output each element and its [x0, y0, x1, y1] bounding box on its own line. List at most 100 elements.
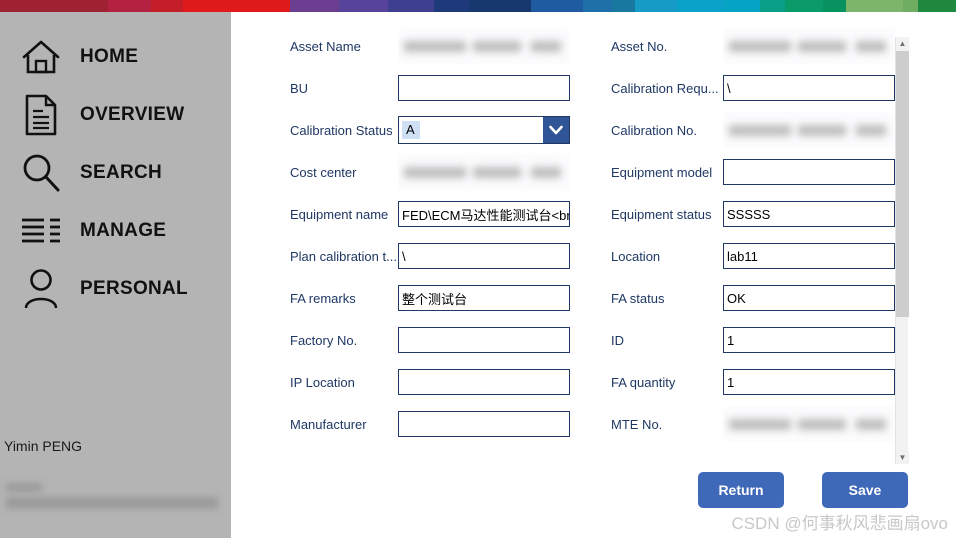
- sidebar-item-home[interactable]: HOME: [0, 28, 231, 86]
- form-row: Asset Name: [290, 25, 620, 67]
- form-pane: Asset Name BU Calibration Status A Cost cent…: [231, 12, 956, 538]
- top-strip-segment: [634, 0, 678, 12]
- sidebar-user-name: Yimin PENG: [4, 438, 83, 454]
- scroll-up-icon[interactable]: ▲: [896, 37, 909, 50]
- field-input[interactable]: 1: [723, 327, 895, 353]
- calibration-status-select[interactable]: A: [398, 116, 570, 144]
- form-row: IP Location: [290, 361, 620, 403]
- search-icon: [14, 149, 68, 197]
- list-icon: [14, 207, 68, 255]
- form-row: BU: [290, 67, 620, 109]
- redaction-blur: [398, 28, 570, 64]
- field-label: Calibration No.: [611, 122, 697, 138]
- field-label: Equipment model: [611, 164, 713, 180]
- form-row: Cost center: [290, 151, 620, 193]
- form-row: FA remarks 整个测试台: [290, 277, 620, 319]
- sidebar-item-search[interactable]: SEARCH: [0, 144, 231, 202]
- field-label: Equipment name: [290, 206, 389, 222]
- top-strip-segment: [182, 0, 290, 12]
- form-row: Factory No.: [290, 319, 620, 361]
- field-label: MTE No.: [611, 416, 663, 432]
- field-value-redacted: [723, 28, 895, 64]
- form-row: Asset No.: [611, 25, 941, 67]
- field-label: Location: [611, 248, 661, 264]
- field-input[interactable]: \: [723, 75, 895, 101]
- field-input[interactable]: [398, 369, 570, 395]
- redaction-blur: [723, 112, 895, 148]
- top-strip-segment: [677, 0, 726, 12]
- field-input[interactable]: 整个测试台: [398, 285, 570, 311]
- form-row: Manufacturer: [290, 403, 620, 445]
- sidebar-item-manage[interactable]: MANAGE: [0, 202, 231, 260]
- field-label: Plan calibration t...: [290, 248, 397, 264]
- save-button[interactable]: Save: [822, 472, 908, 508]
- field-input[interactable]: lab11: [723, 243, 895, 269]
- sidebar-redacted-label: [6, 483, 42, 492]
- redaction-blur: [723, 28, 895, 64]
- sidebar-item-personal[interactable]: PERSONAL: [0, 260, 231, 318]
- form-row: Equipment status SSSSS: [611, 193, 941, 235]
- field-value-redacted: [398, 28, 570, 64]
- form-column-right: Asset No. Calibration Requ... \ Calibration…: [611, 25, 941, 445]
- field-input[interactable]: OK: [723, 285, 895, 311]
- app-root: HOME OVERVIEW SEARCH MANAGE PERSONAL Yimin P…: [0, 0, 956, 538]
- form-scrollbar[interactable]: ▲ ▼: [895, 37, 909, 464]
- scroll-down-icon[interactable]: ▼: [896, 451, 909, 464]
- return-button[interactable]: Return: [698, 472, 784, 508]
- top-strip-segment: [433, 0, 469, 12]
- form-row: Equipment name FED\ECM马达性能测试台<br>: [290, 193, 620, 235]
- scrollbar-thumb[interactable]: [896, 51, 909, 317]
- top-strip-segment: [784, 0, 823, 12]
- form-row: Calibration No.: [611, 109, 941, 151]
- field-label: ID: [611, 332, 624, 348]
- field-label: Calibration Requ...: [611, 80, 719, 96]
- form-column-left: Asset Name BU Calibration Status A Cost cent…: [290, 25, 620, 445]
- top-strip-segment: [917, 0, 956, 12]
- top-strip-segment: [107, 0, 152, 12]
- field-input[interactable]: [723, 159, 895, 185]
- top-strip-segment: [759, 0, 785, 12]
- field-input[interactable]: FED\ECM马达性能测试台<br>: [398, 201, 570, 227]
- form-row: ID 1: [611, 319, 941, 361]
- field-input[interactable]: [398, 327, 570, 353]
- redaction-blur: [398, 154, 570, 190]
- top-strip-segment: [151, 0, 183, 12]
- top-strip-segment: [468, 0, 531, 12]
- sidebar-item-label: PERSONAL: [80, 278, 188, 299]
- form-row: Calibration Status A: [290, 109, 620, 151]
- form-row: FA status OK: [611, 277, 941, 319]
- field-value-redacted: [723, 406, 895, 442]
- watermark: CSDN @何事秋风悲画扇ovo: [731, 514, 948, 533]
- field-label: Factory No.: [290, 332, 358, 348]
- top-color-strip: [0, 0, 956, 12]
- top-strip-segment: [725, 0, 760, 12]
- sidebar-item-label: HOME: [80, 46, 139, 67]
- field-input[interactable]: \: [398, 243, 570, 269]
- field-label: Calibration Status: [290, 122, 393, 138]
- sidebar: HOME OVERVIEW SEARCH MANAGE PERSONAL Yimin P…: [0, 12, 231, 538]
- sidebar-item-label: MANAGE: [80, 220, 167, 241]
- field-input[interactable]: SSSSS: [723, 201, 895, 227]
- form-row: Location lab11: [611, 235, 941, 277]
- sidebar-nav: HOME OVERVIEW SEARCH MANAGE PERSONAL: [0, 12, 231, 318]
- field-label: FA status: [611, 290, 665, 306]
- top-strip-segment: [388, 0, 434, 12]
- form-row: Equipment model: [611, 151, 941, 193]
- field-label: Asset No.: [611, 38, 668, 54]
- field-input[interactable]: [398, 411, 570, 437]
- field-label: BU: [290, 80, 309, 96]
- form-row: Plan calibration t... \: [290, 235, 620, 277]
- home-icon: [14, 33, 68, 81]
- field-label: IP Location: [290, 374, 355, 390]
- field-label: Manufacturer: [290, 416, 367, 432]
- field-input[interactable]: [398, 75, 570, 101]
- form-actions: Return Save: [698, 472, 908, 508]
- field-label: FA quantity: [611, 374, 676, 390]
- chevron-down-icon[interactable]: [543, 117, 569, 143]
- sidebar-item-overview[interactable]: OVERVIEW: [0, 86, 231, 144]
- form-row: Calibration Requ... \: [611, 67, 941, 109]
- redaction-blur: [723, 406, 895, 442]
- top-strip-segment: [289, 0, 339, 12]
- field-input[interactable]: 1: [723, 369, 895, 395]
- person-icon: [14, 265, 68, 313]
